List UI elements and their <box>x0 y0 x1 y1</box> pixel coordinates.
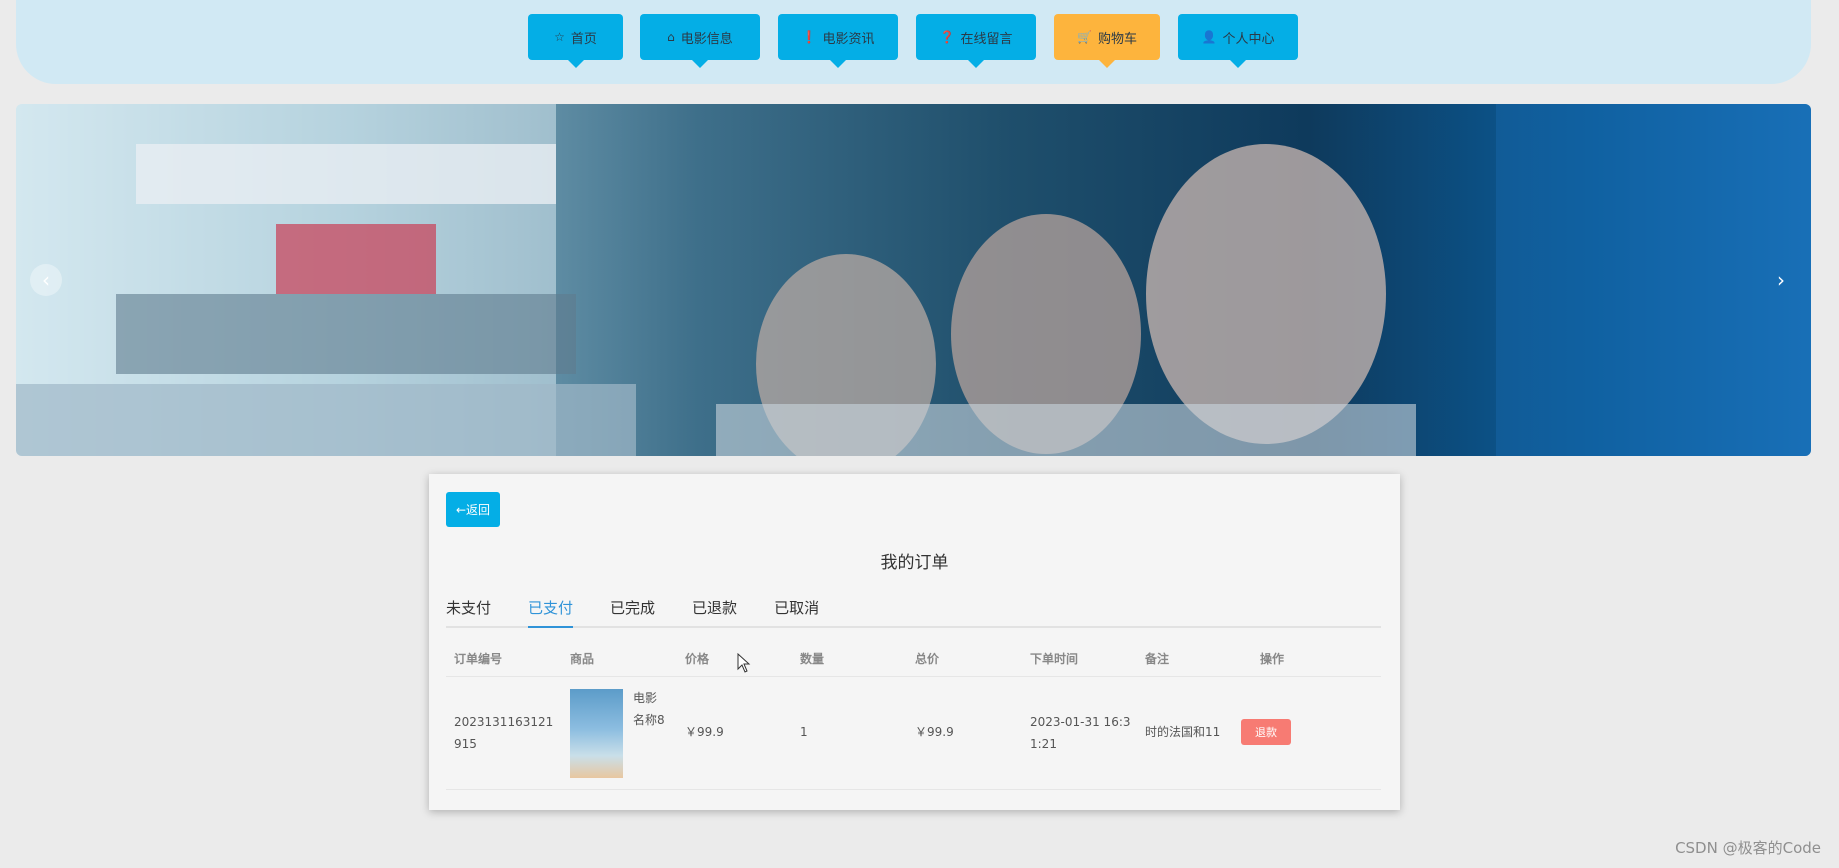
column-total: 总价 <box>915 652 940 666</box>
cart-icon: 🛒 <box>1077 30 1092 44</box>
column-order-time: 下单时间 <box>1030 652 1079 666</box>
column-remark: 备注 <box>1145 652 1170 666</box>
mouse-cursor-icon <box>737 653 751 673</box>
carousel-next-button[interactable]: › <box>1765 264 1797 296</box>
column-order-no: 订单编号 <box>454 652 503 666</box>
refund-button[interactable]: 退款 <box>1241 719 1291 745</box>
back-button[interactable]: ←返回 <box>446 492 500 527</box>
star-icon: ☆ <box>554 30 565 44</box>
nav-label: 首页 <box>570 31 597 47</box>
order-number-line: 2023131163121 <box>454 715 554 729</box>
table-header: 订单编号 商品 价格 数量 总价 下单时间 备注 操作 <box>446 638 1381 677</box>
product-name-cell: 电影 名称8 <box>633 687 665 731</box>
order-status-tabs: 未支付 已支付 已完成 已退款 已取消 <box>446 598 1381 628</box>
order-time-line: 1:21 <box>1030 737 1057 751</box>
tab-cancelled[interactable]: 已取消 <box>774 598 819 626</box>
nav-movie-info-button[interactable]: ⌂ 电影信息 <box>640 14 760 68</box>
total-cell: ￥99.9 <box>915 725 954 739</box>
order-panel: ←返回 我的订单 未支付 已支付 已完成 已退款 已取消 订单编号 商品 价格 … <box>429 474 1400 810</box>
nav-label: 电影信息 <box>680 31 733 47</box>
movie-poster[interactable] <box>570 689 623 778</box>
info-icon: ❗ <box>801 30 817 44</box>
nav-message-button[interactable]: ❓ 在线留言 <box>916 14 1036 68</box>
order-time-line: 2023-01-31 16:3 <box>1030 715 1131 729</box>
column-action: 操作 <box>1260 652 1285 666</box>
top-navigation: ☆ 首页 ⌂ 电影信息 ❗ 电影资讯 ❓ 在线留言 🛒 购物车 👤 个人中心 <box>16 0 1811 84</box>
tab-paid[interactable]: 已支付 <box>528 598 574 628</box>
order-time-cell: 2023-01-31 16:3 1:21 <box>1030 711 1131 755</box>
order-number-line: 915 <box>454 737 477 751</box>
nav-home-button[interactable]: ☆ 首页 <box>528 14 623 68</box>
price-cell: ￥99.9 <box>685 725 724 739</box>
quantity-cell: 1 <box>800 725 808 739</box>
nav-label: 个人中心 <box>1222 31 1275 47</box>
banner-carousel: ‹ › <box>16 104 1811 456</box>
column-quantity: 数量 <box>800 652 825 666</box>
remark-cell: 时的法国和11 <box>1145 725 1221 739</box>
user-icon: 👤 <box>1201 30 1217 44</box>
column-product: 商品 <box>570 652 595 666</box>
tab-refunded[interactable]: 已退款 <box>692 598 737 626</box>
order-table: 订单编号 商品 价格 数量 总价 下单时间 备注 操作 202313116312… <box>446 638 1381 790</box>
nav-movie-news-button[interactable]: ❗ 电影资讯 <box>778 14 898 68</box>
table-row: 2023131163121 915 电影 名称8 ￥99.9 1 ￥99.9 2… <box>446 677 1381 790</box>
product-name-line: 电影 <box>633 691 658 705</box>
order-number-cell: 2023131163121 915 <box>454 711 553 755</box>
watermark: CSDN @极客的Code <box>1675 839 1821 857</box>
product-name-line: 名称8 <box>633 713 665 727</box>
nav-label: 在线留言 <box>960 31 1013 47</box>
banner-image <box>16 104 1811 456</box>
carousel-prev-button[interactable]: ‹ <box>30 264 62 296</box>
nav-profile-button[interactable]: 👤 个人中心 <box>1178 14 1298 68</box>
nav-cart-button[interactable]: 🛒 购物车 <box>1054 14 1160 68</box>
nav-label: 电影资讯 <box>822 31 875 47</box>
question-icon: ❓ <box>939 30 955 44</box>
nav-label: 购物车 <box>1097 31 1137 47</box>
tab-unpaid[interactable]: 未支付 <box>446 598 491 626</box>
tab-completed[interactable]: 已完成 <box>610 598 655 626</box>
bag-icon: ⌂ <box>667 30 675 44</box>
column-price: 价格 <box>685 652 710 666</box>
page-title: 我的订单 <box>880 553 949 573</box>
